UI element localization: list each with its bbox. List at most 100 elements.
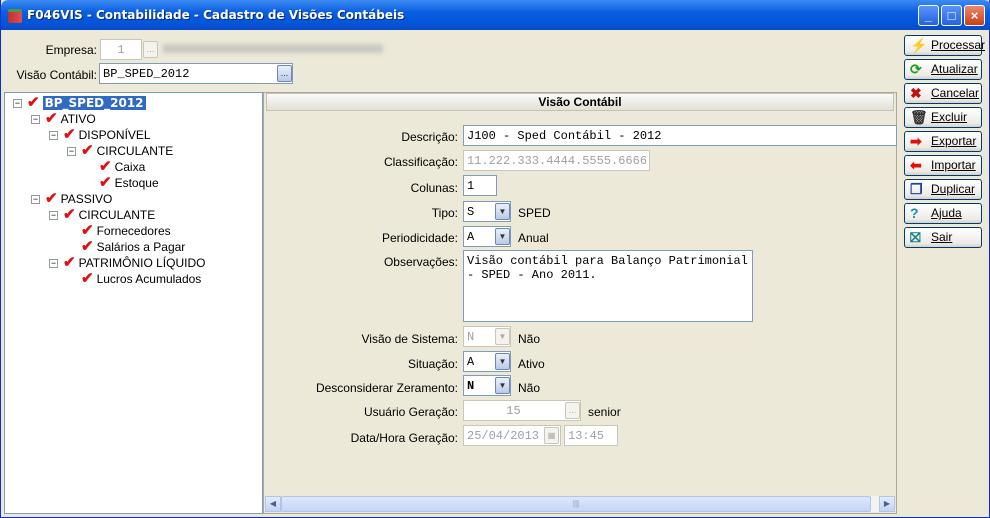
tree-node[interactable]: ✔ Caixa <box>99 159 145 175</box>
descricao-input[interactable]: J100 - Sped Contábil - 2012 <box>463 125 897 146</box>
tree-node[interactable]: ✔ PASSIVO <box>45 191 112 207</box>
classificacao-label: Classificação: <box>383 155 458 169</box>
checkmark-icon: ✔ <box>27 94 40 111</box>
empresa-label: Empresa: <box>45 43 97 57</box>
visao-contabil-label: Visão Contábil: <box>16 68 98 82</box>
tree-node-label: Fornecedores <box>96 224 171 238</box>
panel-header: Visão Contábil <box>266 93 894 111</box>
descricao-label: Descrição: <box>401 130 458 144</box>
collapse-icon[interactable]: − <box>31 115 40 124</box>
tree-node-label: ATIVO <box>60 112 96 126</box>
app-icon <box>8 9 22 23</box>
scroll-right-button[interactable]: ▶ <box>879 496 895 512</box>
periodicidade-description: Anual <box>518 231 549 245</box>
account-tree[interactable]: − ✔ BP_SPED_2012− ✔ ATIVO − ✔ DISPONÍVEL − ✔ CIRCU… <box>4 92 263 514</box>
tree-node[interactable]: ✔ ATIVO <box>45 111 96 127</box>
visao-sistema-description: Não <box>518 332 541 346</box>
visao-sistema-label: Visão de Sistema: <box>361 332 459 346</box>
checkmark-icon: ✔ <box>81 142 94 159</box>
data-label: Data/Hora Geração: <box>350 431 458 445</box>
chevron-down-icon[interactable]: ▼ <box>495 228 510 245</box>
observacoes-line: Visão contábil para Balanço Patrimonial <box>467 254 748 268</box>
scroll-left-button[interactable]: ◀ <box>265 496 281 512</box>
tree-node[interactable]: ✔ CIRCULANTE <box>63 207 155 223</box>
export-icon: ➡ <box>910 133 922 149</box>
tree-node[interactable]: ✔ BP_SPED_2012 <box>27 95 146 111</box>
tree-node-label: Salários a Pagar <box>96 240 186 254</box>
duplicar-button[interactable]: ❐ Duplicar <box>904 179 982 200</box>
tree-node[interactable]: ✔ Salários a Pagar <box>81 239 185 255</box>
cancelar-button[interactable]: ✖ Cancelar <box>904 83 982 104</box>
tree-node[interactable]: ✔ Fornecedores <box>81 223 171 239</box>
excluir-button[interactable]: 🗑 Excluir <box>904 107 982 128</box>
desconsiderar-label: Desconsiderar Zeramento: <box>315 381 458 395</box>
exportar-button[interactable]: ➡ Exportar <box>904 131 982 152</box>
empresa-name-blurred <box>163 44 383 53</box>
scroll-thumb[interactable]: ||| <box>281 496 871 512</box>
colunas-input[interactable]: 1 <box>463 175 497 196</box>
checkmark-icon: ✔ <box>63 126 76 143</box>
refresh-icon: ⟳ <box>910 61 922 77</box>
horizontal-scrollbar[interactable]: ◀ ||| ▶ <box>265 496 895 512</box>
hora-input[interactable]: 13:45 <box>564 425 618 446</box>
tree-node-label: CIRCULANTE <box>96 144 174 158</box>
tree-node[interactable]: ✔ Lucros Acumulados <box>81 271 201 287</box>
observacoes-textarea[interactable]: Visão contábil para Balanço Patrimonial … <box>463 250 753 322</box>
tipo-description: SPED <box>518 206 551 220</box>
tree-node-label: PASSIVO <box>60 192 113 206</box>
usuario-description: senior <box>588 405 621 419</box>
usuario-input[interactable]: 15 <box>463 400 581 421</box>
collapse-icon[interactable]: − <box>49 211 58 220</box>
maximize-button[interactable]: □ <box>941 5 962 26</box>
checkmark-icon: ✔ <box>81 238 94 255</box>
visao-contabil-input[interactable]: BP_SPED_2012 <box>99 63 293 84</box>
calendar-icon: ▦ <box>544 427 559 444</box>
button-label: Importar <box>931 158 976 172</box>
tree-node-label: BP_SPED_2012 <box>42 96 146 110</box>
minimize-button[interactable]: _ <box>918 5 939 26</box>
importar-button[interactable]: ⬅ Importar <box>904 155 982 176</box>
button-label: Exportar <box>931 134 977 148</box>
checkmark-icon: ✔ <box>63 254 76 271</box>
trash-icon: 🗑 <box>910 109 928 125</box>
atualizar-button[interactable]: ⟳ Atualizar <box>904 59 982 80</box>
empresa-lookup-button[interactable]: ... <box>143 41 158 58</box>
colunas-label: Colunas: <box>410 181 458 195</box>
collapse-icon[interactable]: − <box>49 131 58 140</box>
desconsiderar-description: Não <box>518 381 541 395</box>
collapse-icon[interactable]: − <box>31 195 40 204</box>
empresa-input[interactable]: 1 <box>100 39 142 60</box>
tree-node-label: Caixa <box>114 160 146 174</box>
chevron-down-icon[interactable]: ▼ <box>495 203 510 220</box>
ajuda-button[interactable]: ? Ajuda <box>904 203 982 224</box>
checkmark-icon: ✔ <box>99 158 112 175</box>
situacao-label: Situação: <box>407 357 458 371</box>
periodicidade-label: Periodicidade: <box>381 231 458 245</box>
duplicate-icon: ❐ <box>910 181 923 197</box>
checkmark-icon: ✔ <box>81 222 94 239</box>
tree-node[interactable]: ✔ PATRIMÔNIO LÍQUIDO <box>63 255 205 271</box>
chevron-down-icon[interactable]: ▼ <box>495 353 510 370</box>
import-icon: ⬅ <box>910 157 922 173</box>
tree-node[interactable]: ✔ DISPONÍVEL <box>63 127 151 143</box>
x-icon: ✖ <box>910 85 922 101</box>
observacoes-label: Observações: <box>383 255 458 269</box>
tree-node-label: Estoque <box>114 176 159 190</box>
visao-lookup-button[interactable]: ... <box>277 65 292 82</box>
tree-node[interactable]: ✔ Estoque <box>99 175 159 191</box>
collapse-icon[interactable]: − <box>13 99 22 108</box>
help-icon: ? <box>910 205 919 221</box>
tree-node[interactable]: ✔ CIRCULANTE <box>81 143 173 159</box>
collapse-icon[interactable]: − <box>67 147 76 156</box>
chevron-down-icon[interactable]: ▼ <box>495 377 510 394</box>
sair-button[interactable]: ⛝ Sair <box>904 227 982 248</box>
usuario-label: Usuário Geração: <box>363 405 458 419</box>
close-button[interactable]: × <box>964 5 985 26</box>
collapse-icon[interactable]: − <box>49 259 58 268</box>
tipo-label: Tipo: <box>431 206 458 220</box>
tree-node-label: DISPONÍVEL <box>78 128 151 142</box>
classificacao-input[interactable]: 11.222.333.4444.5555.6666 <box>463 150 650 171</box>
checkmark-icon: ✔ <box>45 110 58 127</box>
checkmark-icon: ✔ <box>81 270 94 287</box>
processar-button[interactable]: ⚡ Processar <box>904 35 985 56</box>
